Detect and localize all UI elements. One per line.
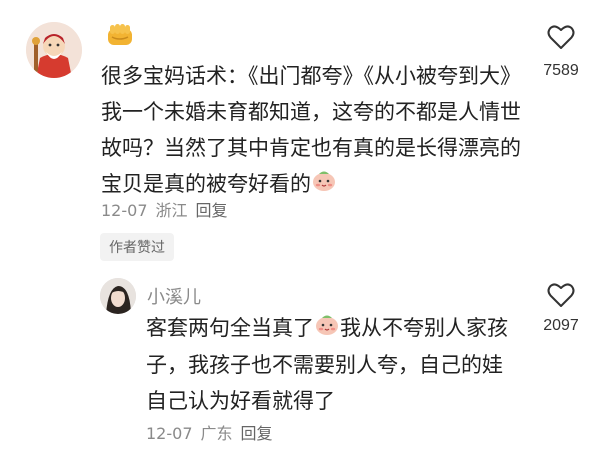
heart-outline-icon xyxy=(547,25,575,49)
reply-text: 客套两句全当真了 我从不夸别人家孩子，我孩子也不需要别人夸，自己的娃自己认为好看就… xyxy=(146,310,522,419)
reply-avatar[interactable] xyxy=(100,278,136,314)
reply-username[interactable]: 小溪儿 xyxy=(147,283,201,309)
reply-button[interactable]: 回复 xyxy=(196,201,228,220)
comment-badge xyxy=(106,22,134,52)
reply-location: 广东 xyxy=(200,424,233,443)
comment-meta: 12-07 浙江 回复 xyxy=(101,197,236,221)
blush-face-emoji-icon xyxy=(311,167,337,203)
commenter-avatar[interactable] xyxy=(26,22,82,78)
fortune-god-avatar-icon xyxy=(26,22,82,78)
reply-like-count: 2097 xyxy=(543,317,579,334)
comment-location: 浙江 xyxy=(155,201,188,220)
blush-face-emoji-icon xyxy=(314,311,340,347)
reply-meta: 12-07 广东 回复 xyxy=(146,420,281,444)
comment-date: 12-07 xyxy=(101,201,148,220)
reply-body-part1: 客套两句全当真了 xyxy=(146,316,314,340)
comment-text: 很多宝妈话术：《出门都夸》《从小被夸到大》我一个未婚未育都知道，这夸的不都是人情… xyxy=(101,58,529,203)
like-button[interactable] xyxy=(547,24,575,54)
author-liked-tag: 作者赞过 xyxy=(100,233,174,261)
fist-emoji-icon xyxy=(108,24,132,45)
reply-date: 12-07 xyxy=(146,424,193,443)
heart-outline-icon xyxy=(547,283,575,307)
reply-like-button[interactable] xyxy=(547,282,575,312)
reply-reply-button[interactable]: 回复 xyxy=(241,424,273,443)
like-count: 7589 xyxy=(543,62,579,79)
user-avatar-icon xyxy=(100,278,136,314)
